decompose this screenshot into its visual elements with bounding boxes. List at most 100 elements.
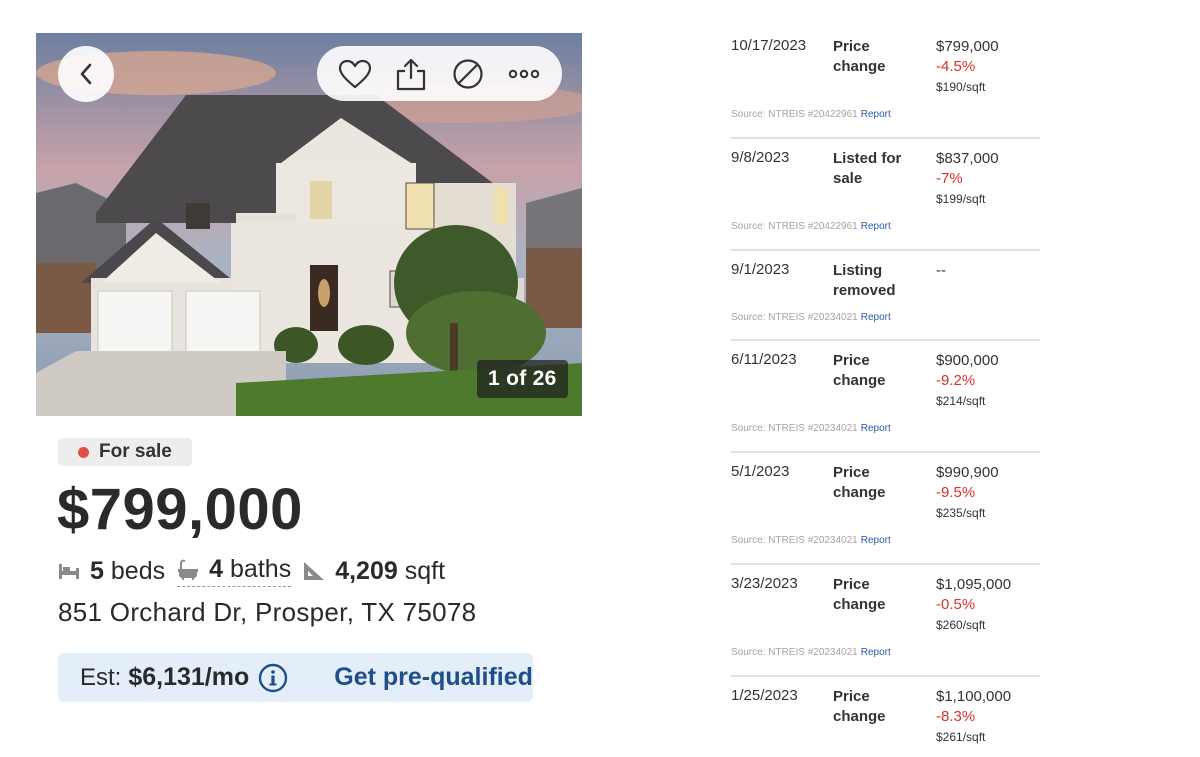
history-source: Source: NTREIS #20234021 Report xyxy=(731,535,891,546)
history-source: Source: NTREIS #20422961 Report xyxy=(731,109,891,120)
heart-icon xyxy=(339,59,372,88)
history-change: -7% xyxy=(936,170,963,187)
history-date: 1/25/2023 xyxy=(731,687,798,704)
photo-counter: 1 of 26 xyxy=(477,360,568,398)
history-price-per-sqft: $199/sqft xyxy=(936,192,986,206)
history-change: -0.5% xyxy=(936,596,976,613)
history-price-block: $837,000 -7% $199/sqft xyxy=(936,149,999,209)
history-source-text: Source: NTREIS #20234021 xyxy=(731,312,858,323)
history-change: -4.5% xyxy=(936,58,976,75)
history-row: 6/11/2023 Price change $900,000 -9.2% $2… xyxy=(731,341,1040,453)
history-price-block: -- xyxy=(936,261,946,281)
history-event: Listing removed xyxy=(833,262,896,299)
more-options-button[interactable] xyxy=(504,54,544,94)
history-event: Price change xyxy=(833,688,886,725)
sqft-label: sqft xyxy=(404,556,446,585)
history-price-block: $900,000 -9.2% $214/sqft xyxy=(936,351,999,411)
beds-fact: 5 beds xyxy=(58,557,165,586)
history-event: Price change xyxy=(833,576,886,613)
history-source-text: Source: NTREIS #20234021 xyxy=(731,423,858,434)
history-price-block: $799,000 -4.5% $190/sqft xyxy=(936,37,999,97)
history-price: $990,900 xyxy=(936,464,999,481)
history-price-per-sqft: $261/sqft xyxy=(936,730,986,744)
area-icon xyxy=(303,561,325,581)
history-source: Source: NTREIS #20234021 Report xyxy=(731,647,891,658)
listing-price: $799,000 xyxy=(57,477,303,542)
hide-listing-button[interactable] xyxy=(448,54,488,94)
beds-count: 5 xyxy=(90,556,104,585)
status-badge: For sale xyxy=(58,438,192,466)
history-row: 10/17/2023 Price change $799,000 -4.5% $… xyxy=(731,27,1040,139)
sqft-fact: 4,209 sqft xyxy=(303,557,445,586)
history-source: Source: NTREIS #20422961 Report xyxy=(731,221,891,232)
price-history: 10/17/2023 Price change $799,000 -4.5% $… xyxy=(731,27,1040,757)
baths-fact[interactable]: 4 baths xyxy=(177,555,292,587)
history-event: Price change xyxy=(833,352,886,389)
share-icon xyxy=(397,58,426,90)
info-icon[interactable] xyxy=(258,663,288,693)
history-date: 9/8/2023 xyxy=(731,149,790,166)
history-row: 5/1/2023 Price change $990,900 -9.5% $23… xyxy=(731,453,1040,565)
estimate-label: Est: xyxy=(80,663,122,691)
report-link[interactable]: Report xyxy=(861,535,891,546)
history-date: 10/17/2023 xyxy=(731,37,807,54)
property-facts: 5 beds 4 baths 4,209 sqft xyxy=(58,553,457,589)
beds-label: beds xyxy=(110,556,166,585)
history-row: 3/23/2023 Price change $1,095,000 -0.5% … xyxy=(731,565,1040,677)
listing-photo[interactable]: 1 of 26 xyxy=(36,33,582,416)
history-row: 9/1/2023 Listing removed -- Source: NTRE… xyxy=(731,251,1040,341)
payment-estimate-bar: Est: $6,131/mo Get pre-qualified xyxy=(58,653,533,702)
status-label: For sale xyxy=(99,441,172,462)
report-link[interactable]: Report xyxy=(861,312,891,323)
history-row: 9/8/2023 Listed for sale $837,000 -7% $1… xyxy=(731,139,1040,251)
history-source: Source: NTREIS #20234021 Report xyxy=(731,312,891,323)
more-icon xyxy=(508,69,540,78)
history-source-text: Source: NTREIS #20422961 xyxy=(731,221,858,232)
history-event: Listed for sale xyxy=(833,150,902,187)
history-price: $1,100,000 xyxy=(936,688,1012,705)
sqft-count: 4,209 xyxy=(335,556,398,585)
history-source: Source: NTREIS #20234021 Report xyxy=(731,423,891,434)
history-date: 3/23/2023 xyxy=(731,575,798,592)
history-change: -8.3% xyxy=(936,708,976,725)
get-prequalified-link[interactable]: Get pre-qualified xyxy=(334,663,533,692)
report-link[interactable]: Report xyxy=(861,109,891,120)
estimate-value: $6,131/mo xyxy=(128,663,250,691)
history-change: -9.5% xyxy=(936,484,976,501)
history-price-per-sqft: $214/sqft xyxy=(936,394,986,408)
back-button[interactable] xyxy=(58,46,114,102)
history-price: $837,000 xyxy=(936,150,999,167)
report-link[interactable]: Report xyxy=(861,423,891,434)
hide-icon xyxy=(453,58,483,89)
bathtub-icon xyxy=(177,559,199,581)
history-date: 9/1/2023 xyxy=(731,261,790,278)
history-event: Price change xyxy=(833,464,886,501)
history-price: $799,000 xyxy=(936,38,999,55)
photo-action-bar xyxy=(317,46,562,101)
history-price: $900,000 xyxy=(936,352,999,369)
history-price-per-sqft: $235/sqft xyxy=(936,506,986,520)
history-price: $1,095,000 xyxy=(936,576,1012,593)
chevron-left-icon xyxy=(80,63,92,85)
history-event: Price change xyxy=(833,38,886,75)
report-link[interactable]: Report xyxy=(861,647,891,658)
history-source-text: Source: NTREIS #20234021 xyxy=(731,535,858,546)
listing-address: 851 Orchard Dr, Prosper, TX 75078 xyxy=(58,597,477,627)
history-price-block: $990,900 -9.5% $235/sqft xyxy=(936,463,999,523)
history-date: 5/1/2023 xyxy=(731,463,790,480)
history-price-block: $1,100,000 -8.3% $261/sqft xyxy=(936,687,1011,747)
report-link[interactable]: Report xyxy=(861,221,891,232)
history-change: -9.2% xyxy=(936,372,976,389)
favorite-button[interactable] xyxy=(335,54,375,94)
history-source-text: Source: NTREIS #20422961 xyxy=(731,109,858,120)
baths-count: 4 xyxy=(209,555,224,583)
history-price-per-sqft: $260/sqft xyxy=(936,618,986,632)
bed-icon xyxy=(58,562,80,580)
baths-label: baths xyxy=(230,555,292,583)
status-dot-icon xyxy=(78,446,89,458)
history-price: -- xyxy=(936,262,946,279)
history-source-text: Source: NTREIS #20234021 xyxy=(731,647,858,658)
history-date: 6/11/2023 xyxy=(731,351,797,368)
share-button[interactable] xyxy=(391,54,431,94)
history-row: 1/25/2023 Price change $1,100,000 -8.3% … xyxy=(731,677,1040,757)
